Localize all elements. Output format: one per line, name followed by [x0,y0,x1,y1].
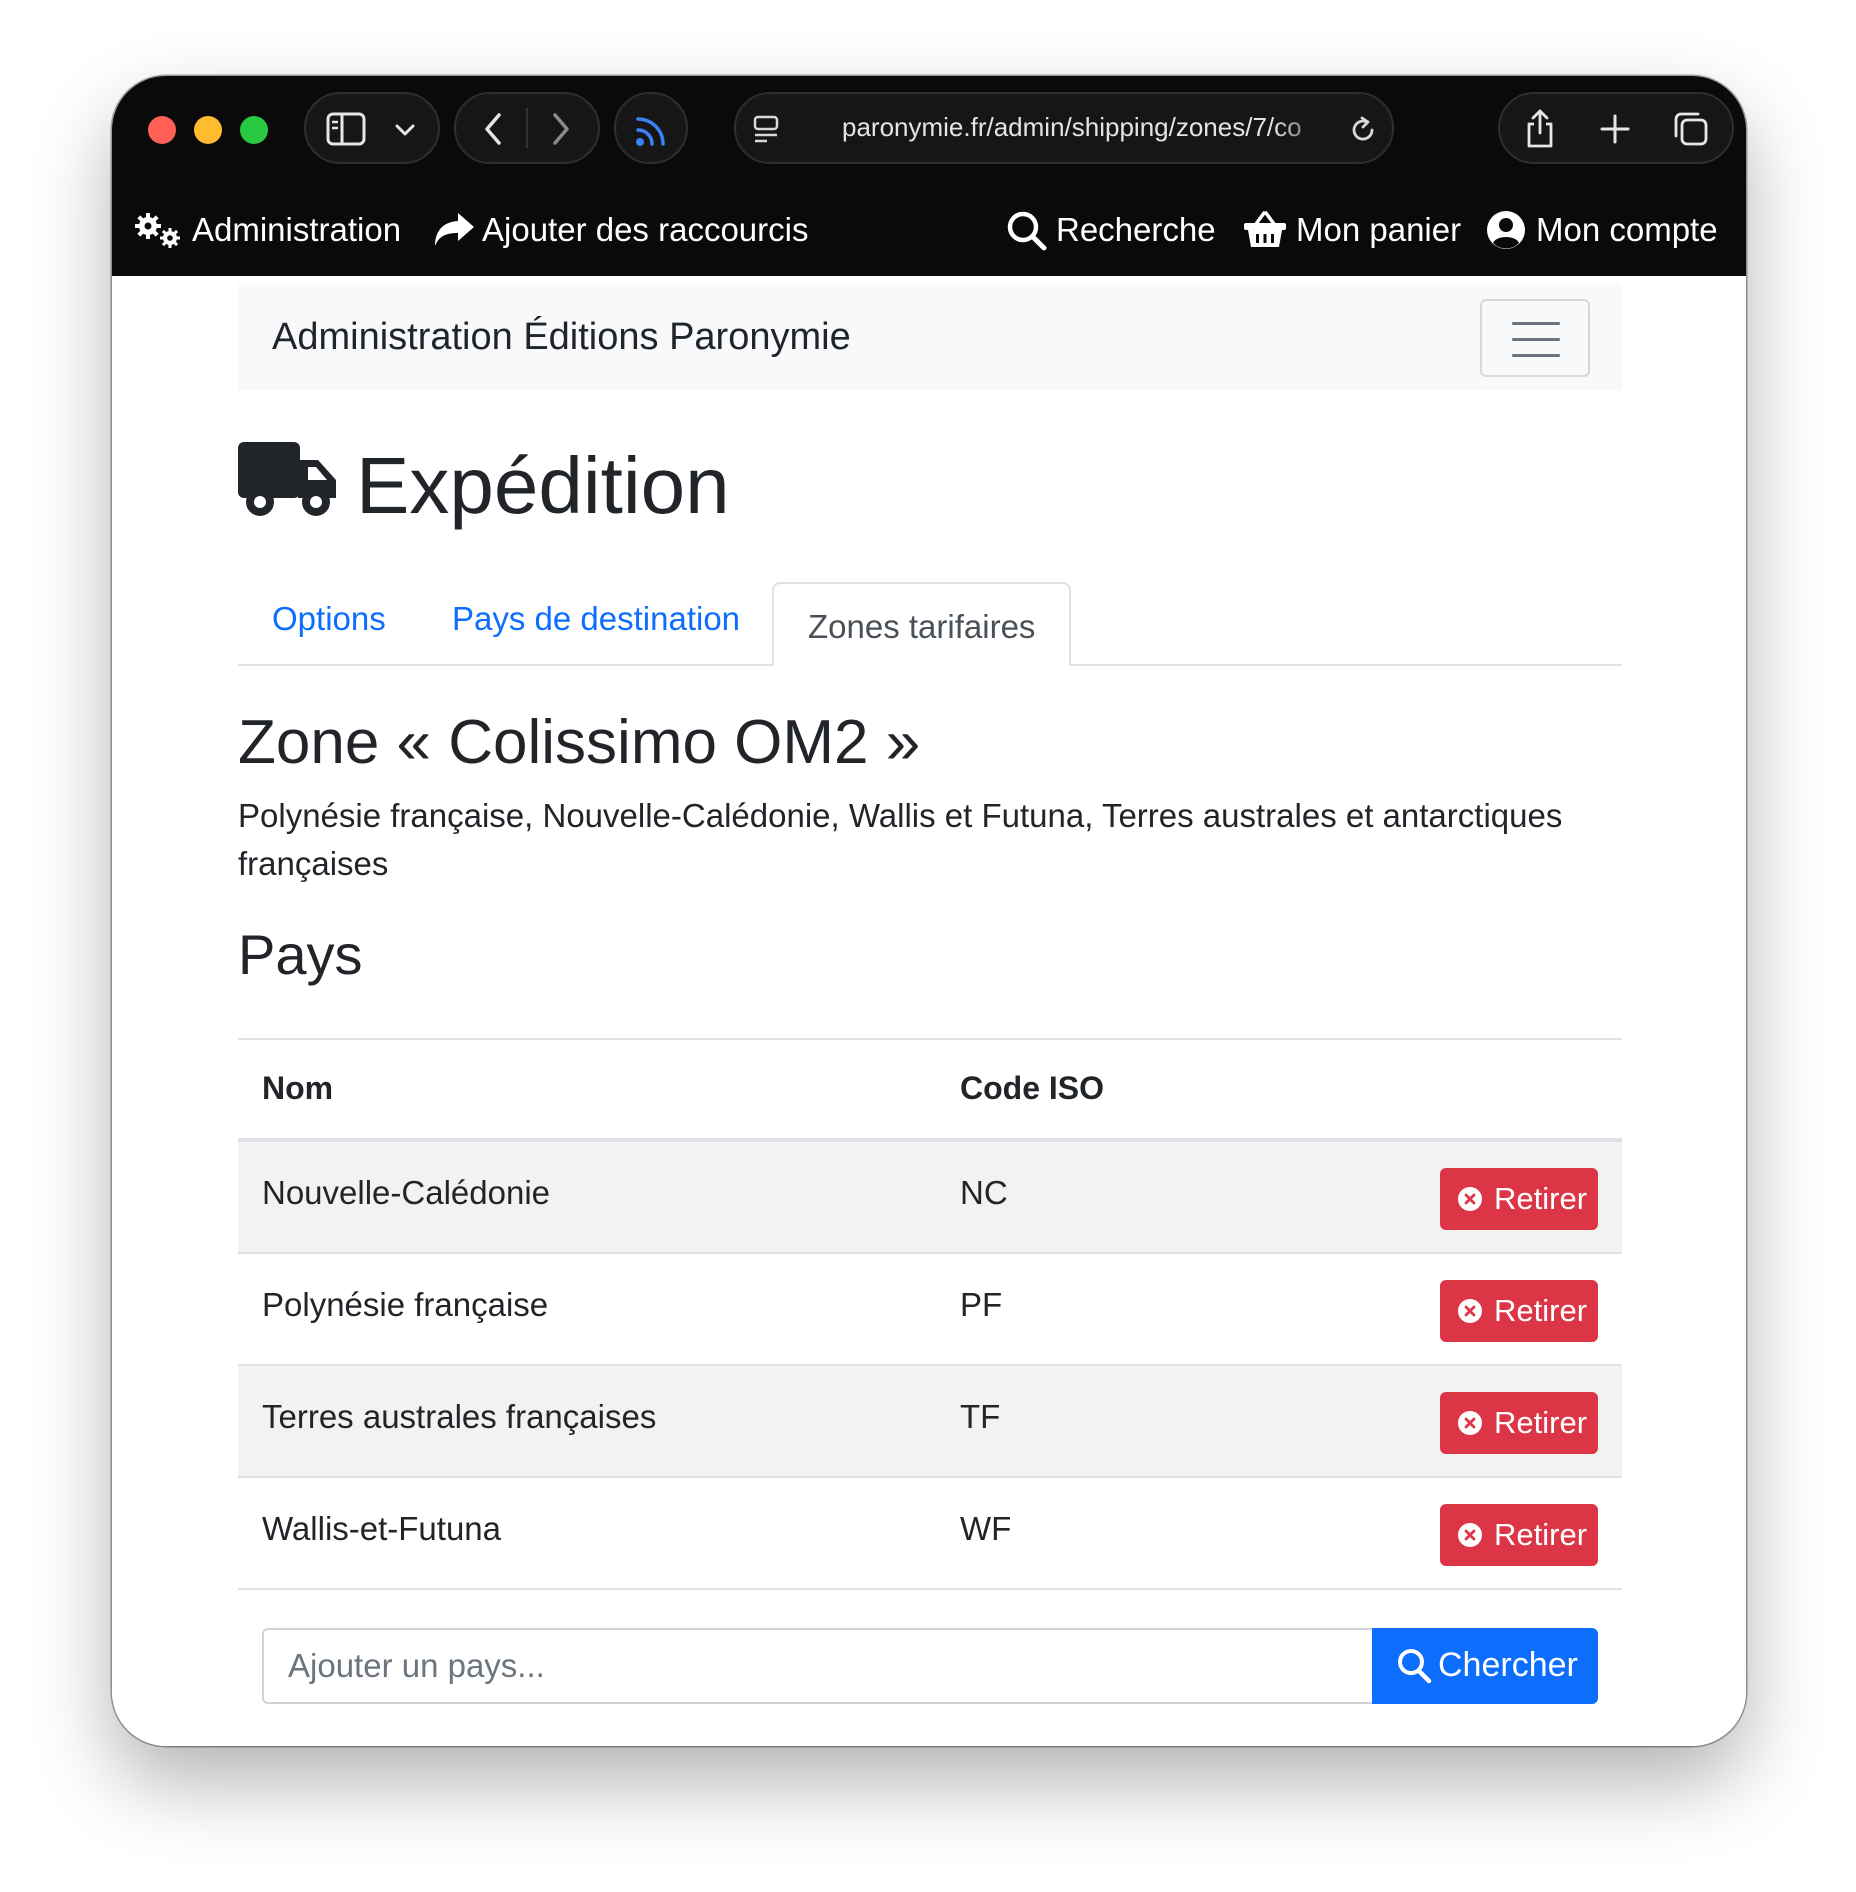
table-header: Nom Code ISO [238,1038,1622,1142]
country-iso: NC [960,1174,1008,1211]
x-circle-icon [1458,1299,1482,1323]
browser-chrome: paronymie.fr/admin/shipping/zones/7/co A… [112,76,1746,276]
add-country-input[interactable] [262,1628,1374,1704]
shortcut-cart-label: Mon panier [1296,211,1462,248]
navbar-toggler-button[interactable] [1480,299,1590,377]
user-circle-icon [1487,211,1525,249]
search-country-button-label: Chercher [1438,1646,1578,1684]
country-name: Terres australes françaises [262,1398,657,1435]
remove-country-button[interactable]: Retirer [1440,1504,1598,1566]
x-circle-icon [1458,1523,1482,1547]
forward-arrow-icon[interactable] [546,110,576,148]
shortcut-account[interactable]: Mon compte [1486,210,1718,250]
reload-icon[interactable] [1348,115,1378,145]
close-window-button[interactable] [148,116,176,144]
sidebar-toggle-button[interactable] [304,92,440,164]
remove-button-label: Retirer [1494,1517,1588,1552]
address-bar[interactable]: paronymie.fr/admin/shipping/zones/7/co [734,92,1394,164]
remove-button-label: Retirer [1494,1405,1588,1440]
shortcut-search-label: Recherche [1056,211,1216,248]
window-actions [1498,92,1734,164]
history-nav [454,92,600,164]
shortcut-add-shortcuts[interactable]: Ajouter des raccourcis [432,210,812,250]
page-content: Administration Éditions Paronymie Expédi… [112,276,1746,1746]
url-text[interactable]: paronymie.fr/admin/shipping/zones/7/co [842,112,1332,143]
zoom-window-button[interactable] [240,116,268,144]
shortcut-cart[interactable]: Mon panier [1242,210,1462,250]
chevron-down-icon [395,124,415,136]
navbar-brand[interactable]: Administration Éditions Paronymie [272,316,851,359]
countries-table: Nom Code ISO Nouvelle-Calédonie NC Retir… [238,1038,1622,1590]
page-settings-icon [753,115,779,143]
shortcut-administration[interactable]: Administration [134,210,402,250]
remove-country-button[interactable]: Retirer [1440,1392,1598,1454]
remove-country-button[interactable]: Retirer [1440,1280,1598,1342]
countries-heading: Pays [238,923,363,986]
zone-title: Zone « Colissimo OM2 » [238,708,921,777]
shortcut-search[interactable]: Recherche [1006,210,1216,251]
remove-country-button[interactable]: Retirer [1440,1168,1598,1230]
shortcut-administration-label: Administration [192,211,402,248]
truck-icon [238,442,336,516]
hamburger-line [1512,322,1560,325]
country-name: Nouvelle-Calédonie [262,1174,551,1211]
column-header-name: Nom [262,1070,334,1106]
remove-button-label: Retirer [1494,1181,1588,1216]
column-header-iso: Code ISO [960,1070,1105,1106]
search-country-button[interactable]: Chercher [1372,1628,1598,1704]
hamburger-line [1512,338,1560,341]
x-circle-icon [1458,1187,1482,1211]
new-tab-plus-icon[interactable] [1598,112,1632,146]
minimize-window-button[interactable] [194,116,222,144]
table-row: Wallis-et-Futuna WF Retirer [238,1478,1622,1590]
share-icon[interactable] [1522,106,1558,150]
page-title-text: Expédition [356,441,730,530]
shortcut-account-label: Mon compte [1536,211,1718,248]
tab-options[interactable]: Options [272,600,386,638]
hamburger-line [1512,354,1560,357]
table-row: Nouvelle-Calédonie NC Retirer [238,1142,1622,1254]
country-name: Polynésie française [262,1286,549,1323]
country-name: Wallis-et-Futuna [262,1510,502,1547]
rss-feed-icon [636,117,665,146]
country-iso: PF [960,1286,1003,1323]
admin-navbar: Administration Éditions Paronymie [238,284,1622,390]
country-iso: WF [960,1510,1012,1547]
rss-button[interactable] [614,92,688,164]
search-icon [1398,1649,1432,1684]
add-country-group: Chercher [262,1628,1598,1704]
cogs-icon [135,213,180,248]
tab-destination-countries[interactable]: Pays de destination [452,600,740,638]
remove-button-label: Retirer [1494,1293,1588,1328]
table-row: Polynésie française PF Retirer [238,1254,1622,1366]
share-arrow-icon [435,213,474,246]
shortcut-add-shortcuts-label: Ajouter des raccourcis [482,211,809,248]
tabs-nav: Options Pays de destination Zones tarifa… [238,582,1622,666]
search-icon [1007,211,1047,251]
table-row: Terres australes françaises TF Retirer [238,1366,1622,1478]
x-circle-icon [1458,1411,1482,1435]
back-arrow-icon[interactable] [478,110,508,148]
shopping-basket-icon [1244,211,1286,247]
sidebar-icon [326,112,366,146]
zone-description: Polynésie française, Nouvelle-Calédonie,… [238,797,1563,882]
country-iso: TF [960,1398,1001,1435]
tab-rate-zones[interactable]: Zones tarifaires [772,582,1072,666]
browser-window: paronymie.fr/admin/shipping/zones/7/co A… [112,76,1746,1746]
tab-overview-icon[interactable] [1672,110,1710,148]
